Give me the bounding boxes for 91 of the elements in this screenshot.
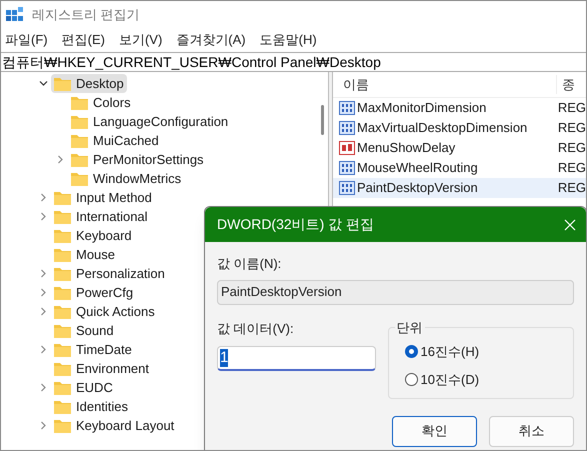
address-bar[interactable]: 컴퓨터₩HKEY_CURRENT_USER₩Control Panel₩Desktop bbox=[1, 52, 586, 72]
chevron-right-icon[interactable] bbox=[39, 193, 48, 202]
tree-item[interactable]: Environment bbox=[51, 359, 152, 378]
tree-item[interactable]: WindowMetrics bbox=[68, 169, 184, 188]
field-label: 값 이름(N): bbox=[217, 255, 282, 273]
menu-item[interactable]: 즐겨찾기(A) bbox=[176, 30, 246, 50]
dialog-button[interactable]: 확인 bbox=[392, 416, 477, 446]
value-row[interactable]: MaxVirtualDesktopDimension REG bbox=[333, 118, 586, 138]
tree-item[interactable]: Keyboard Layout bbox=[51, 416, 178, 435]
folder-icon bbox=[54, 248, 71, 262]
value-row[interactable]: MenuShowDelay REG bbox=[333, 138, 586, 158]
menu-item[interactable]: 편집(E) bbox=[62, 30, 105, 50]
value-row[interactable]: MaxMonitorDimension REG bbox=[333, 98, 586, 118]
chevron-right-icon[interactable] bbox=[39, 345, 48, 354]
tree-item[interactable]: Quick Actions bbox=[51, 302, 158, 321]
folder-icon bbox=[54, 380, 71, 394]
dialog-title: DWORD(32비트) 값 편집 bbox=[217, 215, 374, 234]
tree-item[interactable]: LanguageConfiguration bbox=[68, 112, 232, 131]
tree-item[interactable]: EUDC bbox=[51, 378, 116, 397]
chevron-down-icon[interactable] bbox=[39, 79, 48, 88]
tree-item[interactable]: Keyboard bbox=[51, 226, 135, 245]
dialog-button[interactable]: 취소 bbox=[489, 416, 574, 446]
tree-item[interactable]: Identities bbox=[51, 397, 132, 416]
chevron-right-icon[interactable] bbox=[39, 421, 48, 430]
folder-icon bbox=[54, 400, 71, 414]
tree-item[interactable]: MuiCached bbox=[68, 131, 162, 150]
radio-label[interactable]: 16진수(H) bbox=[420, 342, 480, 361]
binary-value-icon bbox=[339, 180, 355, 196]
folder-icon bbox=[54, 228, 71, 242]
column-header[interactable]: 이름 bbox=[333, 74, 556, 94]
folder-icon bbox=[54, 76, 71, 90]
binary-value-icon bbox=[339, 120, 355, 136]
value-type: REG bbox=[556, 119, 586, 138]
binary-value-icon bbox=[339, 160, 355, 176]
folder-icon bbox=[54, 266, 71, 280]
tree-item[interactable]: TimeDate bbox=[51, 340, 135, 359]
tree-item[interactable]: Input Method bbox=[51, 188, 155, 207]
tree-item[interactable]: International bbox=[51, 207, 151, 226]
tree-item[interactable]: Colors bbox=[68, 93, 134, 112]
tree-item[interactable]: Personalization bbox=[51, 264, 168, 283]
value-name: MenuShowDelay bbox=[357, 139, 456, 158]
value-name: PaintDesktopVersion bbox=[357, 179, 478, 198]
scrollbar-thumb[interactable] bbox=[321, 105, 324, 135]
folder-icon bbox=[71, 134, 88, 148]
radio-button[interactable] bbox=[404, 344, 418, 358]
folder-icon bbox=[54, 418, 71, 432]
folder-icon bbox=[71, 172, 88, 186]
chevron-right-icon[interactable] bbox=[39, 212, 48, 221]
menu-item[interactable]: 파일(F) bbox=[5, 30, 48, 50]
value-name: MaxVirtualDesktopDimension bbox=[357, 119, 528, 138]
tree-item[interactable]: Desktop bbox=[51, 74, 127, 93]
chevron-right-icon[interactable] bbox=[39, 307, 48, 316]
binary-value-icon bbox=[339, 100, 355, 116]
menu-item[interactable]: 도움말(H) bbox=[260, 30, 317, 50]
radio-label[interactable]: 10진수(D) bbox=[420, 370, 480, 390]
value-name-field[interactable]: PaintDesktopVersion bbox=[217, 280, 574, 304]
column-header[interactable]: 종 bbox=[556, 74, 575, 94]
folder-icon bbox=[71, 152, 88, 166]
value-type: REG bbox=[556, 179, 586, 198]
close-icon[interactable] bbox=[564, 218, 576, 230]
value-row[interactable]: MouseWheelRouting REG bbox=[333, 158, 586, 178]
value-name: MouseWheelRouting bbox=[357, 159, 478, 178]
menu-item[interactable]: 보기(V) bbox=[118, 30, 162, 50]
chevron-right-icon[interactable] bbox=[56, 155, 65, 164]
tree-item[interactable]: PerMonitorSettings bbox=[68, 150, 207, 169]
folder-icon bbox=[54, 210, 71, 224]
folder-icon bbox=[54, 324, 71, 338]
value-name: MaxMonitorDimension bbox=[357, 99, 486, 118]
folder-icon bbox=[54, 190, 71, 204]
chevron-right-icon[interactable] bbox=[39, 383, 48, 392]
chevron-right-icon[interactable] bbox=[39, 288, 48, 297]
value-data-field[interactable]: 1 bbox=[217, 346, 376, 371]
folder-icon bbox=[71, 114, 88, 128]
value-type: REG bbox=[556, 139, 586, 158]
folder-icon bbox=[54, 342, 71, 356]
value-type: REG bbox=[556, 99, 586, 118]
folder-icon bbox=[54, 304, 71, 318]
chevron-right-icon[interactable] bbox=[39, 269, 48, 278]
value-row[interactable]: PaintDesktopVersion REG bbox=[333, 178, 586, 198]
tree-item[interactable]: PowerCfg bbox=[51, 283, 136, 302]
radio-button[interactable] bbox=[404, 373, 418, 386]
tree-item[interactable]: Mouse bbox=[51, 245, 118, 264]
text-value-icon bbox=[339, 140, 355, 156]
field-label: 값 데이터(V): bbox=[217, 320, 295, 338]
registry-grid-icon bbox=[6, 6, 24, 24]
tree-item[interactable]: Sound bbox=[51, 321, 117, 340]
folder-icon bbox=[54, 362, 71, 376]
window-title: 레지스트리 편집기 bbox=[32, 6, 140, 24]
folder-icon bbox=[54, 286, 71, 300]
folder-icon bbox=[71, 96, 88, 110]
value-type: REG bbox=[556, 159, 586, 178]
